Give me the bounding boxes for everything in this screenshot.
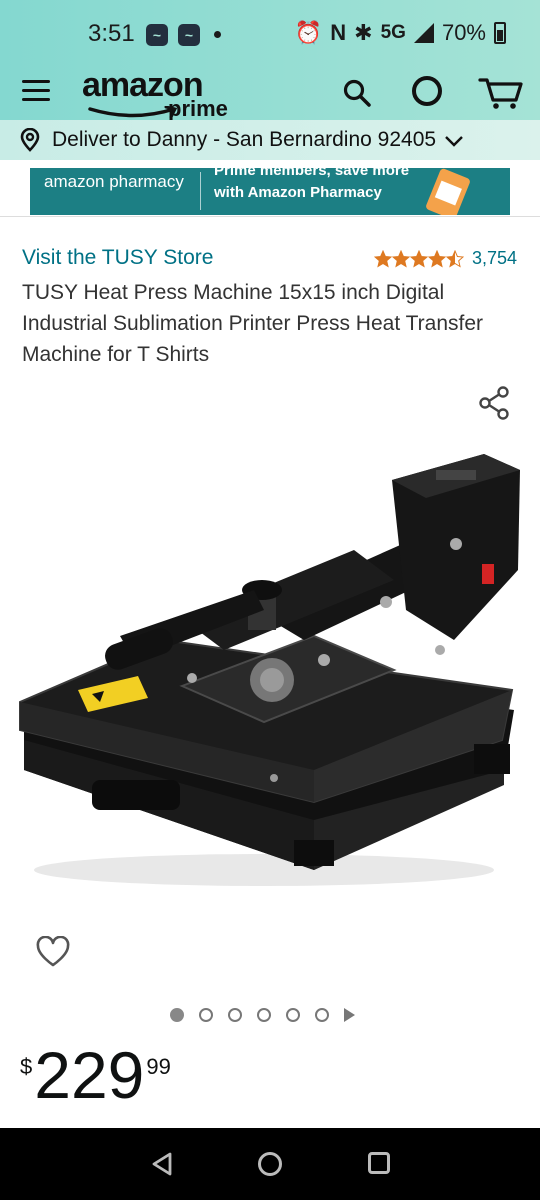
alarm-icon: ⏰ [294, 20, 323, 45]
price-fraction: 99 [146, 1054, 171, 1079]
bluetooth-icon: ✱ [354, 20, 373, 45]
store-link[interactable]: Visit the TUSY Store [22, 246, 213, 270]
product-title: TUSY Heat Press Machine 15x15 inch Digit… [22, 281, 484, 366]
search-icon[interactable] [342, 78, 372, 108]
nfc-icon: N [330, 20, 347, 45]
star-rating-icon [374, 249, 464, 268]
notification-icon: ~ [178, 24, 200, 46]
logo-smile-icon [88, 106, 178, 119]
home-icon[interactable] [258, 1152, 282, 1176]
delivery-text: Deliver to Danny - San Bernardino 92405 [52, 128, 437, 151]
carousel-dot[interactable] [315, 1008, 329, 1022]
carousel-dot[interactable] [257, 1008, 271, 1022]
price-symbol: $ [20, 1054, 33, 1079]
alexa-icon[interactable] [412, 76, 442, 106]
play-video-icon[interactable] [344, 1008, 355, 1022]
chevron-down-icon [445, 136, 463, 147]
heart-icon[interactable] [36, 936, 70, 968]
system-nav-bar [0, 1128, 540, 1200]
app-header: amazon prime [0, 52, 540, 130]
battery-label: 70% [441, 20, 486, 45]
banner-line2: with Amazon Pharmacy [214, 184, 382, 201]
product-image[interactable] [14, 440, 530, 900]
carousel-dot[interactable] [199, 1008, 213, 1022]
carousel-dot[interactable] [228, 1008, 242, 1022]
rating[interactable]: 3,754 [374, 248, 517, 269]
pharmacy-banner[interactable]: amazon pharmacy Prime members, save more… [30, 168, 510, 215]
network-label: 5G [380, 22, 406, 43]
notification-icon: ~ [146, 24, 168, 46]
back-icon[interactable] [150, 1152, 174, 1176]
recent-apps-icon[interactable] [368, 1152, 390, 1174]
price: $ 229 99 [20, 1042, 171, 1108]
signal-icon [413, 23, 434, 43]
battery-icon [494, 22, 506, 44]
location-pin-icon [20, 128, 40, 152]
banner-brand: amazon pharmacy [44, 172, 184, 191]
status-indicators: ⏰ N ✱ 5G 70% [295, 20, 506, 46]
menu-icon[interactable] [22, 80, 50, 102]
share-icon[interactable] [478, 386, 512, 420]
cart-icon[interactable] [478, 74, 524, 110]
rating-count: 3,754 [472, 248, 518, 268]
more-notifications-icon [214, 31, 221, 38]
carousel-dot[interactable] [170, 1008, 184, 1022]
divider [0, 216, 540, 217]
pill-bottle-icon [424, 168, 472, 215]
status-time: 3:51 [88, 20, 135, 47]
banner-line1: Prime members, save more [214, 168, 410, 179]
image-carousel-indicator[interactable] [170, 1008, 355, 1022]
amazon-prime-logo[interactable]: amazon prime [82, 66, 228, 121]
carousel-dot[interactable] [286, 1008, 300, 1022]
delivery-location[interactable]: Deliver to Danny - San Bernardino 92405 [0, 120, 540, 160]
banner-divider [200, 172, 201, 210]
price-whole: 229 [34, 1038, 145, 1112]
